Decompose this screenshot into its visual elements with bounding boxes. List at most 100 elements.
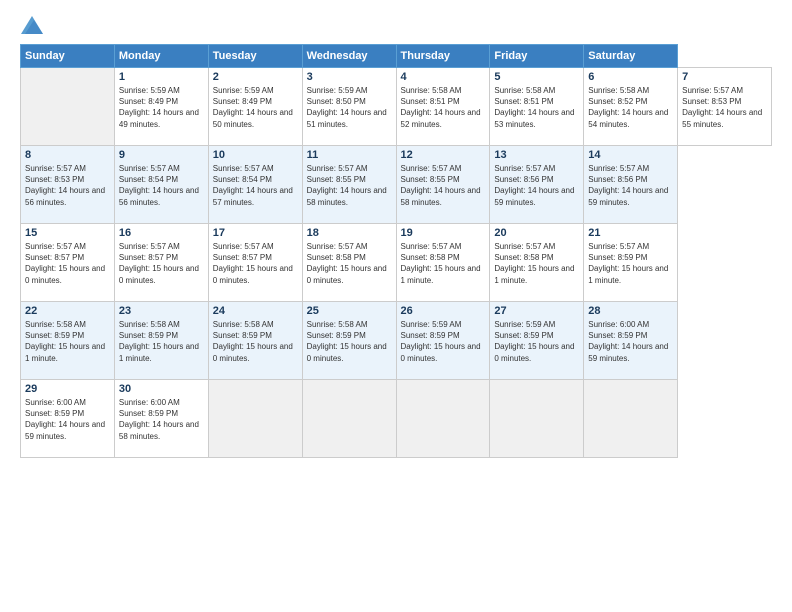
weekday-header-row: SundayMondayTuesdayWednesdayThursdayFrid… (21, 45, 772, 68)
day-info: Sunrise: 5:57 AMSunset: 8:56 PMDaylight:… (494, 163, 579, 208)
weekday-header-wednesday: Wednesday (302, 45, 396, 68)
calendar-page: SundayMondayTuesdayWednesdayThursdayFrid… (0, 0, 792, 612)
day-number: 5 (494, 71, 579, 83)
day-info: Sunrise: 6:00 AMSunset: 8:59 PMDaylight:… (588, 319, 673, 364)
day-cell (208, 380, 302, 458)
day-cell: 16Sunrise: 5:57 AMSunset: 8:57 PMDayligh… (114, 224, 208, 302)
day-info: Sunrise: 5:57 AMSunset: 8:55 PMDaylight:… (401, 163, 486, 208)
day-number: 25 (307, 305, 392, 317)
day-info: Sunrise: 5:57 AMSunset: 8:57 PMDaylight:… (119, 241, 204, 286)
day-number: 17 (213, 227, 298, 239)
day-cell: 13 Sunrise: 5:57 AMSunset: 8:56 PMDayligh… (490, 146, 584, 224)
weekday-header-tuesday: Tuesday (208, 45, 302, 68)
day-number: 18 (307, 227, 392, 239)
day-info: Sunrise: 5:57 AMSunset: 8:53 PMDaylight:… (25, 163, 110, 208)
week-row-2: 8 Sunrise: 5:57 AMSunset: 8:53 PMDaylight… (21, 146, 772, 224)
day-info: Sunrise: 6:00 AMSunset: 8:59 PMDaylight:… (119, 397, 204, 442)
day-cell: 1 Sunrise: 5:59 AMSunset: 8:49 PMDaylight… (114, 68, 208, 146)
week-row-4: 22Sunrise: 5:58 AMSunset: 8:59 PMDayligh… (21, 302, 772, 380)
day-number: 27 (494, 305, 579, 317)
day-info: Sunrise: 5:59 AMSunset: 8:59 PMDaylight:… (401, 319, 486, 364)
day-info: Sunrise: 5:57 AMSunset: 8:58 PMDaylight:… (401, 241, 486, 286)
day-info: Sunrise: 5:57 AMSunset: 8:58 PMDaylight:… (494, 241, 579, 286)
day-cell: 15 Sunrise: 5:57 AMSunset: 8:57 PMDayligh… (21, 224, 115, 302)
day-cell: 5 Sunrise: 5:58 AMSunset: 8:51 PMDaylight… (490, 68, 584, 146)
day-number: 21 (588, 227, 673, 239)
day-info: Sunrise: 5:57 AMSunset: 8:59 PMDaylight:… (588, 241, 673, 286)
day-number: 4 (401, 71, 486, 83)
day-info: Sunrise: 5:59 AMSunset: 8:59 PMDaylight:… (494, 319, 579, 364)
calendar-table: SundayMondayTuesdayWednesdayThursdayFrid… (20, 44, 772, 458)
day-cell: 9Sunrise: 5:57 AMSunset: 8:54 PMDaylight… (114, 146, 208, 224)
weekday-header-thursday: Thursday (396, 45, 490, 68)
week-row-3: 15 Sunrise: 5:57 AMSunset: 8:57 PMDayligh… (21, 224, 772, 302)
day-cell: 25 Sunrise: 5:58 AMSunset: 8:59 PMDayligh… (302, 302, 396, 380)
header (20, 16, 772, 34)
day-cell: 26 Sunrise: 5:59 AMSunset: 8:59 PMDayligh… (396, 302, 490, 380)
day-cell: 14 Sunrise: 5:57 AMSunset: 8:56 PMDayligh… (584, 146, 678, 224)
day-number: 23 (119, 305, 204, 317)
day-cell: 18Sunrise: 5:57 AMSunset: 8:58 PMDayligh… (302, 224, 396, 302)
day-cell: 27 Sunrise: 5:59 AMSunset: 8:59 PMDayligh… (490, 302, 584, 380)
day-cell (396, 380, 490, 458)
day-number: 8 (25, 149, 110, 161)
day-info: Sunrise: 5:59 AMSunset: 8:49 PMDaylight:… (213, 85, 298, 130)
day-number: 24 (213, 305, 298, 317)
day-number: 14 (588, 149, 673, 161)
day-number: 10 (213, 149, 298, 161)
day-number: 15 (25, 227, 110, 239)
day-info: Sunrise: 5:57 AMSunset: 8:55 PMDaylight:… (307, 163, 392, 208)
day-cell: 30 Sunrise: 6:00 AMSunset: 8:59 PMDayligh… (114, 380, 208, 458)
weekday-header-sunday: Sunday (21, 45, 115, 68)
day-cell: 8 Sunrise: 5:57 AMSunset: 8:53 PMDaylight… (21, 146, 115, 224)
day-cell: 12 Sunrise: 5:57 AMSunset: 8:55 PMDayligh… (396, 146, 490, 224)
day-cell: 4 Sunrise: 5:58 AMSunset: 8:51 PMDaylight… (396, 68, 490, 146)
day-info: Sunrise: 5:57 AMSunset: 8:54 PMDaylight:… (213, 163, 298, 208)
day-cell: 23 Sunrise: 5:58 AMSunset: 8:59 PMDayligh… (114, 302, 208, 380)
logo-text (20, 16, 44, 34)
day-info: Sunrise: 5:58 AMSunset: 8:51 PMDaylight:… (401, 85, 486, 130)
weekday-header-monday: Monday (114, 45, 208, 68)
day-cell: 20 Sunrise: 5:57 AMSunset: 8:58 PMDayligh… (490, 224, 584, 302)
day-cell: 28 Sunrise: 6:00 AMSunset: 8:59 PMDayligh… (584, 302, 678, 380)
day-number: 28 (588, 305, 673, 317)
day-info: Sunrise: 5:57 AMSunset: 8:53 PMDaylight:… (682, 85, 767, 130)
day-cell: 3Sunrise: 5:59 AMSunset: 8:50 PMDaylight… (302, 68, 396, 146)
day-number: 7 (682, 71, 767, 83)
day-number: 1 (119, 71, 204, 83)
day-cell (490, 380, 584, 458)
day-info: Sunrise: 5:59 AMSunset: 8:49 PMDaylight:… (119, 85, 204, 130)
logo (20, 16, 44, 34)
week-row-1: 1 Sunrise: 5:59 AMSunset: 8:49 PMDaylight… (21, 68, 772, 146)
week-row-5: 29 Sunrise: 6:00 AMSunset: 8:59 PMDayligh… (21, 380, 772, 458)
day-cell: 29 Sunrise: 6:00 AMSunset: 8:59 PMDayligh… (21, 380, 115, 458)
day-cell: 2Sunrise: 5:59 AMSunset: 8:49 PMDaylight… (208, 68, 302, 146)
day-info: Sunrise: 5:57 AMSunset: 8:56 PMDaylight:… (588, 163, 673, 208)
day-cell: 19 Sunrise: 5:57 AMSunset: 8:58 PMDayligh… (396, 224, 490, 302)
day-number: 9 (119, 149, 204, 161)
day-number: 26 (401, 305, 486, 317)
day-cell: 24Sunrise: 5:58 AMSunset: 8:59 PMDayligh… (208, 302, 302, 380)
day-info: Sunrise: 5:58 AMSunset: 8:59 PMDaylight:… (119, 319, 204, 364)
weekday-header-friday: Friday (490, 45, 584, 68)
day-cell: 6Sunrise: 5:58 AMSunset: 8:52 PMDaylight… (584, 68, 678, 146)
day-number: 12 (401, 149, 486, 161)
day-info: Sunrise: 6:00 AMSunset: 8:59 PMDaylight:… (25, 397, 110, 442)
day-number: 20 (494, 227, 579, 239)
day-cell: 11 Sunrise: 5:57 AMSunset: 8:55 PMDayligh… (302, 146, 396, 224)
day-info: Sunrise: 5:58 AMSunset: 8:59 PMDaylight:… (307, 319, 392, 364)
day-number: 3 (307, 71, 392, 83)
day-cell (302, 380, 396, 458)
day-number: 11 (307, 149, 392, 161)
day-number: 19 (401, 227, 486, 239)
day-number: 13 (494, 149, 579, 161)
day-info: Sunrise: 5:58 AMSunset: 8:51 PMDaylight:… (494, 85, 579, 130)
weekday-header-saturday: Saturday (584, 45, 678, 68)
day-info: Sunrise: 5:58 AMSunset: 8:59 PMDaylight:… (25, 319, 110, 364)
day-cell (584, 380, 678, 458)
day-info: Sunrise: 5:57 AMSunset: 8:57 PMDaylight:… (25, 241, 110, 286)
day-number: 29 (25, 383, 110, 395)
day-cell: 22Sunrise: 5:58 AMSunset: 8:59 PMDayligh… (21, 302, 115, 380)
day-cell: 17Sunrise: 5:57 AMSunset: 8:57 PMDayligh… (208, 224, 302, 302)
day-number: 30 (119, 383, 204, 395)
